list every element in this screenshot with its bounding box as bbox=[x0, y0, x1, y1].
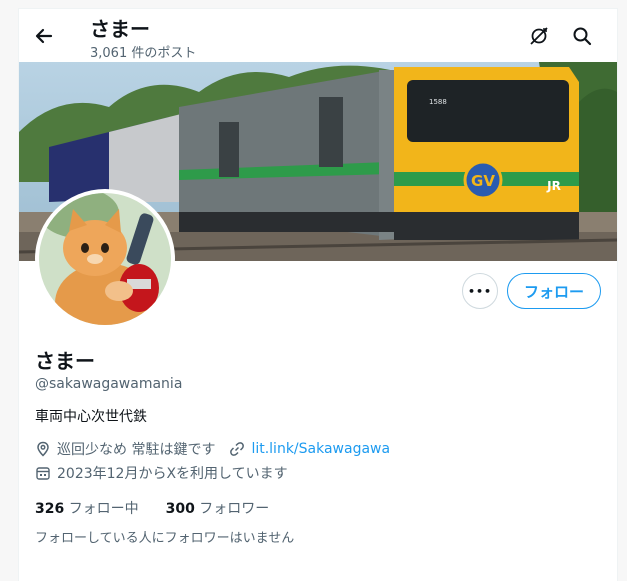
bio: 車両中心次世代鉄 bbox=[35, 409, 147, 425]
following-label: フォロー中 bbox=[68, 501, 139, 517]
joined-text: 2023年12月からXを利用しています bbox=[57, 466, 288, 482]
svg-text:JR: JR bbox=[546, 179, 561, 193]
profile-header: さまー 3,061 件のポスト bbox=[19, 9, 617, 62]
avatar-image bbox=[39, 193, 171, 325]
translate-slash-button[interactable] bbox=[526, 23, 552, 49]
search-icon bbox=[573, 27, 592, 46]
arrow-left-icon bbox=[35, 28, 53, 44]
header-title: さまー bbox=[90, 17, 150, 41]
followers-count: 300 bbox=[165, 501, 195, 517]
profile-meta-location-link: 巡回少なめ 常駐は鍵です lit.link/Sakawagawa bbox=[35, 439, 390, 459]
svg-text:1588: 1588 bbox=[429, 98, 447, 106]
profile-link[interactable]: lit.link/Sakawagawa bbox=[251, 441, 390, 457]
link-icon bbox=[230, 442, 245, 456]
followers-label: フォロワー bbox=[199, 501, 270, 517]
follow-stats: 326 フォロー中 300 フォロワー bbox=[35, 498, 269, 518]
location-text: 巡回少なめ 常駐は鍵です bbox=[57, 442, 216, 458]
profile-page: さまー 3,061 件のポスト GV JR 1588 ••• フォロー さまー … bbox=[18, 8, 618, 581]
followers-link[interactable]: 300 フォロワー bbox=[166, 501, 270, 517]
following-count: 326 bbox=[35, 501, 65, 517]
following-link[interactable]: 326 フォロー中 bbox=[35, 501, 139, 517]
location-pin-icon bbox=[37, 441, 49, 457]
profile-meta-joined: 2023年12月からXを利用しています bbox=[35, 463, 288, 483]
svg-text:GV: GV bbox=[471, 172, 495, 190]
more-options-icon: ••• bbox=[467, 284, 493, 298]
post-count: 3,061 件のポスト bbox=[90, 46, 197, 61]
handle: @sakawagawamania bbox=[35, 376, 183, 392]
calendar-icon bbox=[36, 467, 50, 480]
back-button[interactable] bbox=[31, 23, 57, 49]
translate-slash-icon bbox=[530, 27, 548, 45]
follow-button[interactable]: フォロー bbox=[507, 273, 601, 309]
more-options-button[interactable]: ••• bbox=[462, 273, 498, 309]
display-name: さまー bbox=[35, 349, 95, 373]
search-button[interactable] bbox=[569, 23, 595, 49]
cat-avatar-image bbox=[39, 193, 171, 325]
mutual-followers-notice: フォローしている人にフォロワーはいません bbox=[35, 531, 295, 546]
avatar[interactable] bbox=[35, 189, 175, 329]
